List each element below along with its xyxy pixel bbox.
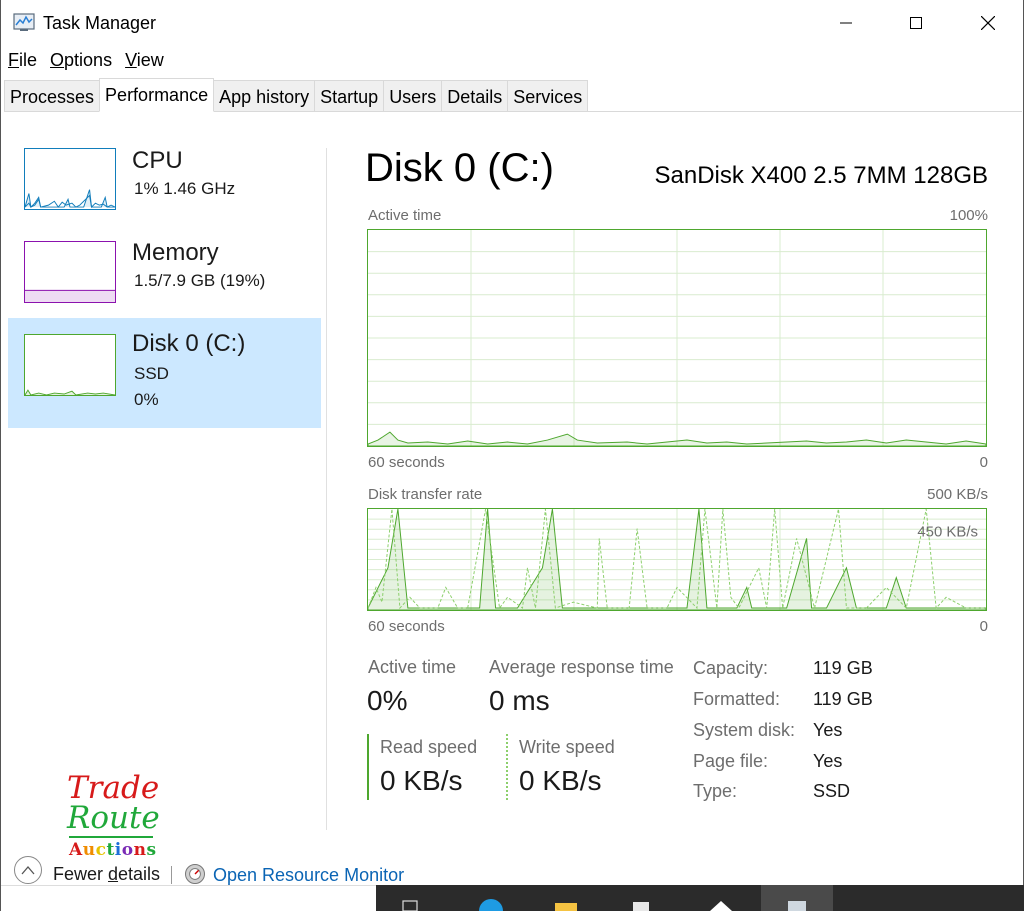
logo-line-2: Route <box>67 800 160 836</box>
logo-underline <box>69 836 153 838</box>
active-time-value: 0% <box>367 685 408 716</box>
transfer-x-left: 60 seconds <box>368 618 445 635</box>
memory-title: Memory <box>132 239 219 266</box>
minimize-button[interactable] <box>811 0 881 46</box>
cpu-title: CPU <box>132 147 183 174</box>
edge-icon[interactable] <box>476 897 506 911</box>
read-speed-value: 0 KB/s <box>380 765 463 796</box>
read-speed-label: Read speed <box>380 737 478 757</box>
active-time-x-left: 60 seconds <box>368 454 445 471</box>
close-icon <box>981 16 995 30</box>
disk-thumbnail-graph <box>24 334 116 396</box>
write-speed-value: 0 KB/s <box>519 765 602 796</box>
trade-route-auctions-logo: Trade Route Auctions <box>67 770 160 860</box>
tab-processes[interactable]: Processes <box>4 80 101 111</box>
active-time-x-right: 0 <box>979 454 988 471</box>
formatted-value: 119 GB <box>813 689 873 709</box>
avg-response-label: Average response time <box>489 657 674 677</box>
type-label: Type: <box>693 781 738 801</box>
read-speed-indicator <box>367 734 369 800</box>
memory-usage: 1.5/7.9 GB (19%) <box>134 271 266 290</box>
resource-monitor-icon <box>185 864 205 884</box>
fewer-details-button[interactable] <box>14 856 42 884</box>
resource-list: CPU 1% 1.46 GHz Memory 1.5/7.9 GB (19%) … <box>1 113 327 830</box>
write-speed-indicator <box>506 734 508 800</box>
task-view-icon[interactable] <box>396 897 426 911</box>
transfer-rate-graph: 450 KB/s <box>367 508 987 611</box>
resource-item-disk0[interactable]: Disk 0 (C:) SSD 0% <box>8 318 321 428</box>
active-time-chart-label: Active time <box>368 207 442 224</box>
tab-app-history[interactable]: App history <box>213 80 316 111</box>
active-time-graph <box>367 229 987 447</box>
title-bar[interactable]: Task Manager <box>1 0 1024 46</box>
memory-thumbnail-graph <box>24 241 116 303</box>
task-manager-taskbar-button[interactable] <box>761 885 833 911</box>
write-speed-label: Write speed <box>519 737 615 757</box>
task-manager-taskbar-icon <box>788 901 806 911</box>
footer-bar: Fewer details Open Resource Monitor <box>1 856 521 886</box>
open-resource-monitor-link[interactable]: Open Resource Monitor <box>213 865 404 886</box>
taskbar-left <box>1 885 376 911</box>
system-disk-label: System disk: <box>693 720 796 740</box>
maximize-button[interactable] <box>881 0 951 46</box>
menu-file[interactable]: File <box>1 48 43 74</box>
task-manager-window: Task Manager File Options View Processes… <box>0 0 1024 911</box>
transfer-chart-max: 500 KB/s <box>927 486 988 503</box>
file-explorer-icon[interactable] <box>551 897 581 911</box>
menu-options[interactable]: Options <box>43 48 118 74</box>
maximize-icon <box>910 17 922 29</box>
capacity-label: Capacity: <box>693 658 769 678</box>
menu-bar: File Options View <box>1 48 170 74</box>
fewer-details-link[interactable]: Fewer details <box>53 864 160 885</box>
page-file-label: Page file: <box>693 751 769 771</box>
disk-heading: Disk 0 (C:) <box>365 146 554 190</box>
active-time-chart-max: 100% <box>949 207 988 224</box>
formatted-label: Formatted: <box>693 689 781 709</box>
store-icon[interactable] <box>626 897 656 911</box>
tab-details[interactable]: Details <box>441 80 509 111</box>
tab-users[interactable]: Users <box>383 80 443 111</box>
cpu-thumbnail-graph <box>24 148 116 210</box>
tab-bar: Processes Performance App history Startu… <box>4 78 1022 112</box>
disk-usage: 0% <box>134 390 159 409</box>
window-title: Task Manager <box>43 13 157 33</box>
tab-startup[interactable]: Startup <box>314 80 385 111</box>
close-button[interactable] <box>953 0 1023 46</box>
minimize-icon <box>840 22 852 24</box>
disk-details: Disk 0 (C:) SanDisk X400 2.5 7MM 128GB A… <box>328 113 1024 830</box>
active-time-label: Active time <box>368 657 457 677</box>
transfer-marker-label: 450 KB/s <box>917 525 978 541</box>
capacity-value: 119 GB <box>813 658 873 678</box>
menu-view[interactable]: View <box>118 48 170 74</box>
disk-title: Disk 0 (C:) <box>132 330 246 357</box>
cpu-usage: 1% 1.46 GHz <box>134 179 236 198</box>
task-manager-app-icon <box>13 13 35 31</box>
system-disk-value: Yes <box>813 720 843 740</box>
mail-icon[interactable] <box>706 897 736 911</box>
page-file-value: Yes <box>813 751 843 771</box>
disk-model: SanDisk X400 2.5 7MM 128GB <box>654 162 988 189</box>
chevron-up-icon <box>21 866 35 875</box>
type-value: SSD <box>813 781 851 801</box>
avg-response-value: 0 ms <box>489 685 550 716</box>
tab-services[interactable]: Services <box>507 80 589 111</box>
windows-taskbar <box>376 885 1024 911</box>
footer-separator <box>171 866 172 884</box>
disk-type: SSD <box>134 364 169 383</box>
tab-performance[interactable]: Performance <box>99 78 215 112</box>
transfer-chart-label: Disk transfer rate <box>368 486 483 503</box>
transfer-x-right: 0 <box>979 618 988 635</box>
pane-divider[interactable] <box>326 148 327 830</box>
